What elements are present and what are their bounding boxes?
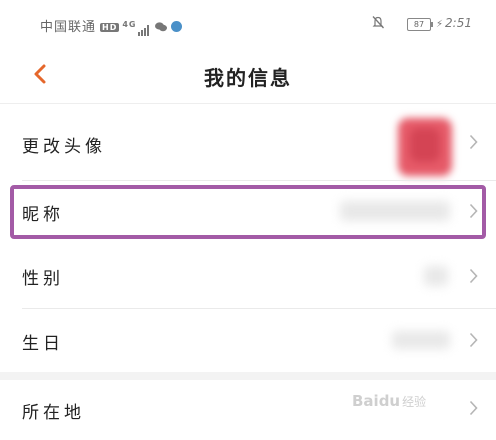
divider: [22, 180, 496, 181]
watermark-sub: 经验: [402, 395, 427, 409]
row-birthday[interactable]: 生日: [0, 309, 496, 372]
clock: 2:51: [445, 16, 472, 30]
battery-level: 87: [413, 20, 425, 29]
carrier-info: 中国联通 HD 4G: [40, 16, 182, 36]
chevron-right-icon: [469, 400, 478, 416]
section-gap: [0, 372, 496, 380]
page-title: 我的信息: [204, 66, 292, 90]
nav-header: 我的信息: [0, 50, 496, 100]
birthday-value: [392, 331, 450, 349]
status-right: 87 ⚡ 2:51: [371, 15, 472, 31]
row-label-birthday: 生日: [22, 334, 64, 354]
row-label-location: 所在地: [22, 403, 85, 423]
avatar[interactable]: [398, 118, 452, 176]
hd-badge: HD: [100, 23, 120, 32]
chevron-right-icon: [469, 268, 478, 284]
chevron-right-icon: [469, 134, 478, 150]
row-label-change-avatar: 更改头像: [22, 137, 106, 157]
status-bar: 中国联通 HD 4G 87 ⚡ 2:51: [0, 0, 496, 50]
row-label-gender: 性别: [22, 269, 64, 289]
mute-icon: [372, 16, 384, 29]
highlight-box: [10, 185, 486, 239]
signal-icon: [137, 21, 150, 36]
chevron-right-icon: [469, 332, 478, 348]
row-location[interactable]: 所在地: [0, 380, 496, 440]
baidu-watermark: Baidu 经验: [352, 392, 426, 410]
carrier-name: 中国联通: [40, 20, 97, 35]
watermark-text: Baidu: [352, 392, 401, 410]
gender-value: [424, 266, 448, 286]
row-gender[interactable]: 性别: [0, 244, 496, 308]
network-type: 4G: [122, 20, 137, 29]
browser-icon: [170, 21, 182, 32]
charging-icon: ⚡: [436, 19, 444, 30]
battery-icon: 87: [407, 18, 434, 31]
wechat-icon: [154, 22, 167, 32]
